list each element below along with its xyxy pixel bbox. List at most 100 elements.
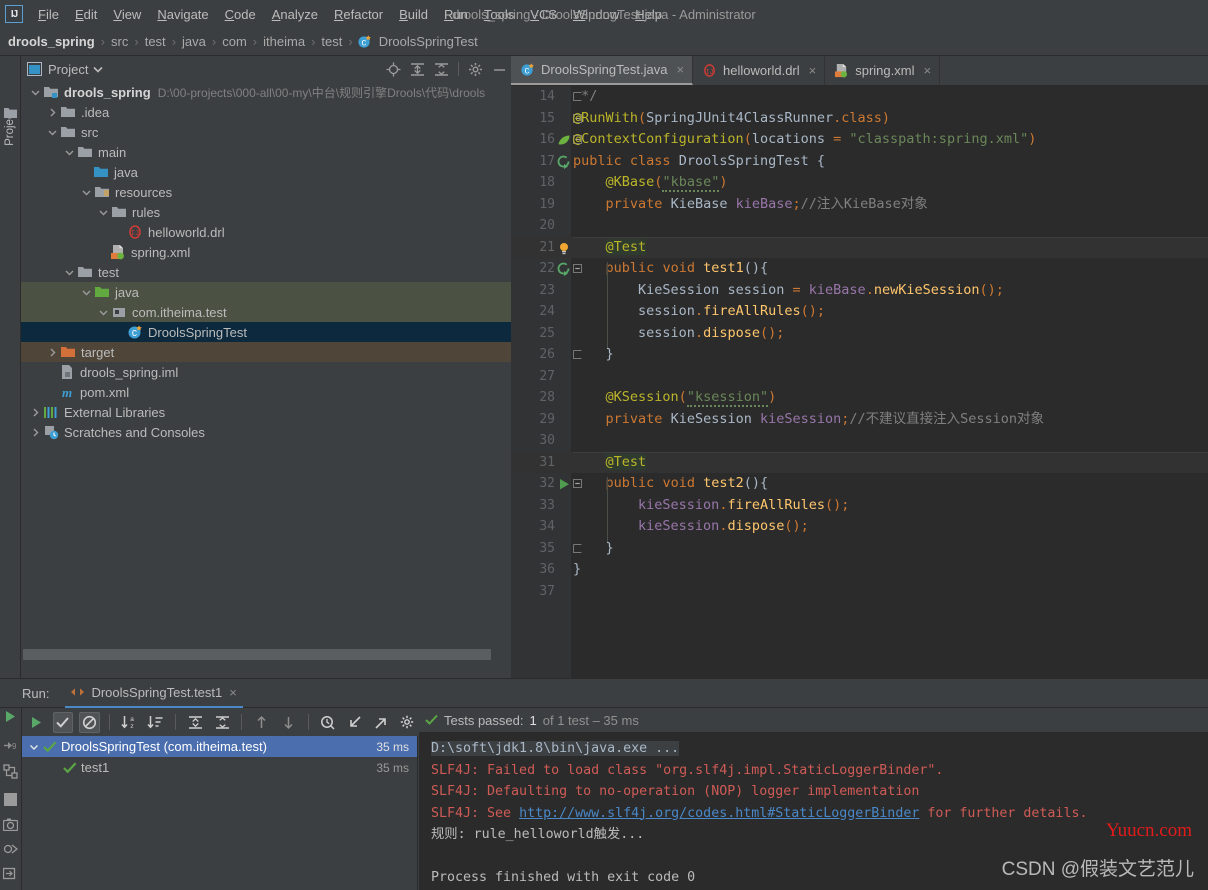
test-result-row[interactable]: test1 35 ms <box>22 757 417 778</box>
tree-row[interactable]: drools_spring.iml <box>21 362 511 382</box>
menu-item-build[interactable]: Build <box>391 4 436 25</box>
screenshot-icon[interactable] <box>3 818 18 831</box>
chevron-right-icon[interactable] <box>29 426 42 439</box>
editor-line[interactable]: 21 @Test <box>511 236 1208 258</box>
run-test-class-icon[interactable] <box>557 155 571 169</box>
locate-icon[interactable] <box>386 62 401 77</box>
tree-row[interactable]: resources <box>21 182 511 202</box>
chevron-right-icon[interactable] <box>46 346 59 359</box>
editor-line[interactable]: 27 <box>511 366 1208 388</box>
run-arrow-icon[interactable] <box>557 477 571 491</box>
thread-dump-icon[interactable] <box>3 842 18 857</box>
chevron-down-icon[interactable] <box>97 206 110 219</box>
collapse-all-icon[interactable] <box>434 62 449 77</box>
close-icon[interactable]: × <box>676 62 684 77</box>
code-editor[interactable]: 14 */ 15 @RunWith(SpringJUnit4ClassRunner.… <box>511 86 1208 678</box>
tree-row[interactable]: test <box>21 262 511 282</box>
project-tree[interactable]: drools_spring D:\00-projects\000-all\00-m… <box>21 82 511 657</box>
tree-row[interactable]: Scratches and Consoles <box>21 422 511 442</box>
breadcrumb-item-test[interactable]: test <box>319 34 344 49</box>
chevron-down-icon[interactable] <box>93 66 104 73</box>
close-icon[interactable]: × <box>923 63 931 78</box>
menu-item-edit[interactable]: Edit <box>67 4 105 25</box>
editor-line[interactable]: 31 @Test <box>511 451 1208 473</box>
close-icon[interactable]: × <box>229 685 237 700</box>
menu-item-help[interactable]: Help <box>627 4 670 25</box>
tree-row[interactable]: .idea <box>21 102 511 122</box>
editor-line[interactable]: 19 private KieBase kieBase;//注入KieBase对象 <box>511 194 1208 216</box>
chevron-down-icon[interactable] <box>63 146 76 159</box>
editor-tab-spring-xml[interactable]: spring.xml × <box>825 56 941 85</box>
editor-line[interactable]: 24 session.fireAllRules(); <box>511 301 1208 323</box>
editor-line[interactable]: 29 private KieSession kieSession;//不建议直接… <box>511 409 1208 431</box>
menu-item-refactor[interactable]: Refactor <box>326 4 391 25</box>
menu-item-file[interactable]: File <box>30 4 67 25</box>
chevron-right-icon[interactable] <box>29 406 42 419</box>
chevron-down-icon[interactable] <box>28 741 43 753</box>
chevron-down-icon[interactable] <box>63 266 76 279</box>
breadcrumb-item-src[interactable]: src <box>109 34 130 49</box>
show-ignored-icon[interactable] <box>79 711 100 733</box>
editor-line[interactable]: 17 public class DroolsSpringTest { <box>511 151 1208 173</box>
breadcrumb-item-com[interactable]: com <box>220 34 249 49</box>
editor-line[interactable]: 16 @ContextConfiguration(locations = "cla… <box>511 129 1208 151</box>
test-results-tree[interactable]: DroolsSpringTest (com.itheima.test) 35 ms… <box>22 736 418 890</box>
editor-line[interactable]: 37 <box>511 581 1208 603</box>
chevron-down-icon[interactable] <box>97 306 110 319</box>
menu-item-window[interactable]: Window <box>565 4 627 25</box>
sort-by-duration-icon[interactable] <box>146 712 167 733</box>
gear-icon[interactable] <box>468 62 483 77</box>
breadcrumb-item-java[interactable]: java <box>180 34 208 49</box>
spring-leaf-icon[interactable] <box>557 133 571 147</box>
breadcrumb-item-itheima[interactable]: itheima <box>261 34 307 49</box>
tree-row[interactable]: spring.xml <box>21 242 511 262</box>
expand-all-icon[interactable] <box>410 62 425 77</box>
expand-all-icon[interactable] <box>185 712 206 733</box>
tree-row[interactable]: target <box>21 342 511 362</box>
import-tests-icon[interactable] <box>344 712 365 733</box>
tree-row[interactable]: m pom.xml <box>21 382 511 402</box>
menu-item-code[interactable]: Code <box>217 4 264 25</box>
breadcrumb-item-droolsspringtest[interactable]: C DroolsSpringTest <box>357 34 480 49</box>
editor-line[interactable]: 18 @KBase("kbase") <box>511 172 1208 194</box>
editor-line[interactable]: 15 @RunWith(SpringJUnit4ClassRunner.class… <box>511 108 1208 130</box>
next-failed-icon[interactable] <box>278 712 299 733</box>
chevron-right-icon[interactable] <box>46 106 59 119</box>
editor-line[interactable]: 20 <box>511 215 1208 237</box>
test-result-row[interactable]: DroolsSpringTest (com.itheima.test) 35 ms <box>22 736 417 757</box>
editor-line[interactable]: 25 session.dispose(); <box>511 323 1208 345</box>
project-hscrollbar-thumb[interactable] <box>23 649 491 660</box>
editor-tab-bar[interactable]: C DroolsSpringTest.java × IJ helloworld.drl ×… <box>511 56 1208 86</box>
menu-item-view[interactable]: View <box>105 4 149 25</box>
settings-icon[interactable] <box>397 712 418 733</box>
tree-row[interactable]: java <box>21 282 511 302</box>
menu-item-vcs[interactable]: VCS <box>522 4 565 25</box>
breadcrumb[interactable]: drools_spring › src › test › java › com › itheima ›… <box>0 28 1208 56</box>
prev-failed-icon[interactable] <box>251 712 272 733</box>
rerun-tests-icon[interactable] <box>3 764 18 779</box>
chevron-down-icon[interactable] <box>80 286 93 299</box>
editor-line[interactable]: 28 @KSession("ksession") <box>511 387 1208 409</box>
menu-item-analyze[interactable]: Analyze <box>264 4 326 25</box>
editor-line[interactable]: 32 public void test2(){ <box>511 473 1208 495</box>
close-icon[interactable]: × <box>809 63 817 78</box>
sort-alphabetically-icon[interactable]: az <box>119 712 140 733</box>
chevron-down-icon[interactable] <box>46 126 59 139</box>
editor-line[interactable]: 36} <box>511 559 1208 581</box>
editor-line[interactable]: 35 } <box>511 538 1208 560</box>
editor-line[interactable]: 33 kieSession.fireAllRules(); <box>511 495 1208 517</box>
editor-tab-droolsspringtest-java[interactable]: C DroolsSpringTest.java × <box>511 56 694 85</box>
editor-line[interactable]: 22 public void test1(){ <box>511 258 1208 280</box>
debug-icon[interactable]: 9 <box>3 738 18 753</box>
export-tests-icon[interactable] <box>371 712 392 733</box>
tree-row[interactable]: com.itheima.test <box>21 302 511 322</box>
run-test-method-icon[interactable] <box>557 262 571 276</box>
editor-line[interactable]: 30 <box>511 430 1208 452</box>
tree-row[interactable]: IJ helloworld.drl <box>21 222 511 242</box>
run-green-arrow-icon[interactable] <box>3 709 17 724</box>
scroll-to-end-icon[interactable] <box>3 866 18 881</box>
console-link[interactable]: http://www.slf4j.org/codes.html#StaticLo… <box>519 806 919 821</box>
tree-row[interactable]: drools_spring D:\00-projects\000-all\00-m… <box>21 82 511 102</box>
tree-row[interactable]: C DroolsSpringTest <box>21 322 511 342</box>
show-passed-icon[interactable] <box>52 711 74 733</box>
